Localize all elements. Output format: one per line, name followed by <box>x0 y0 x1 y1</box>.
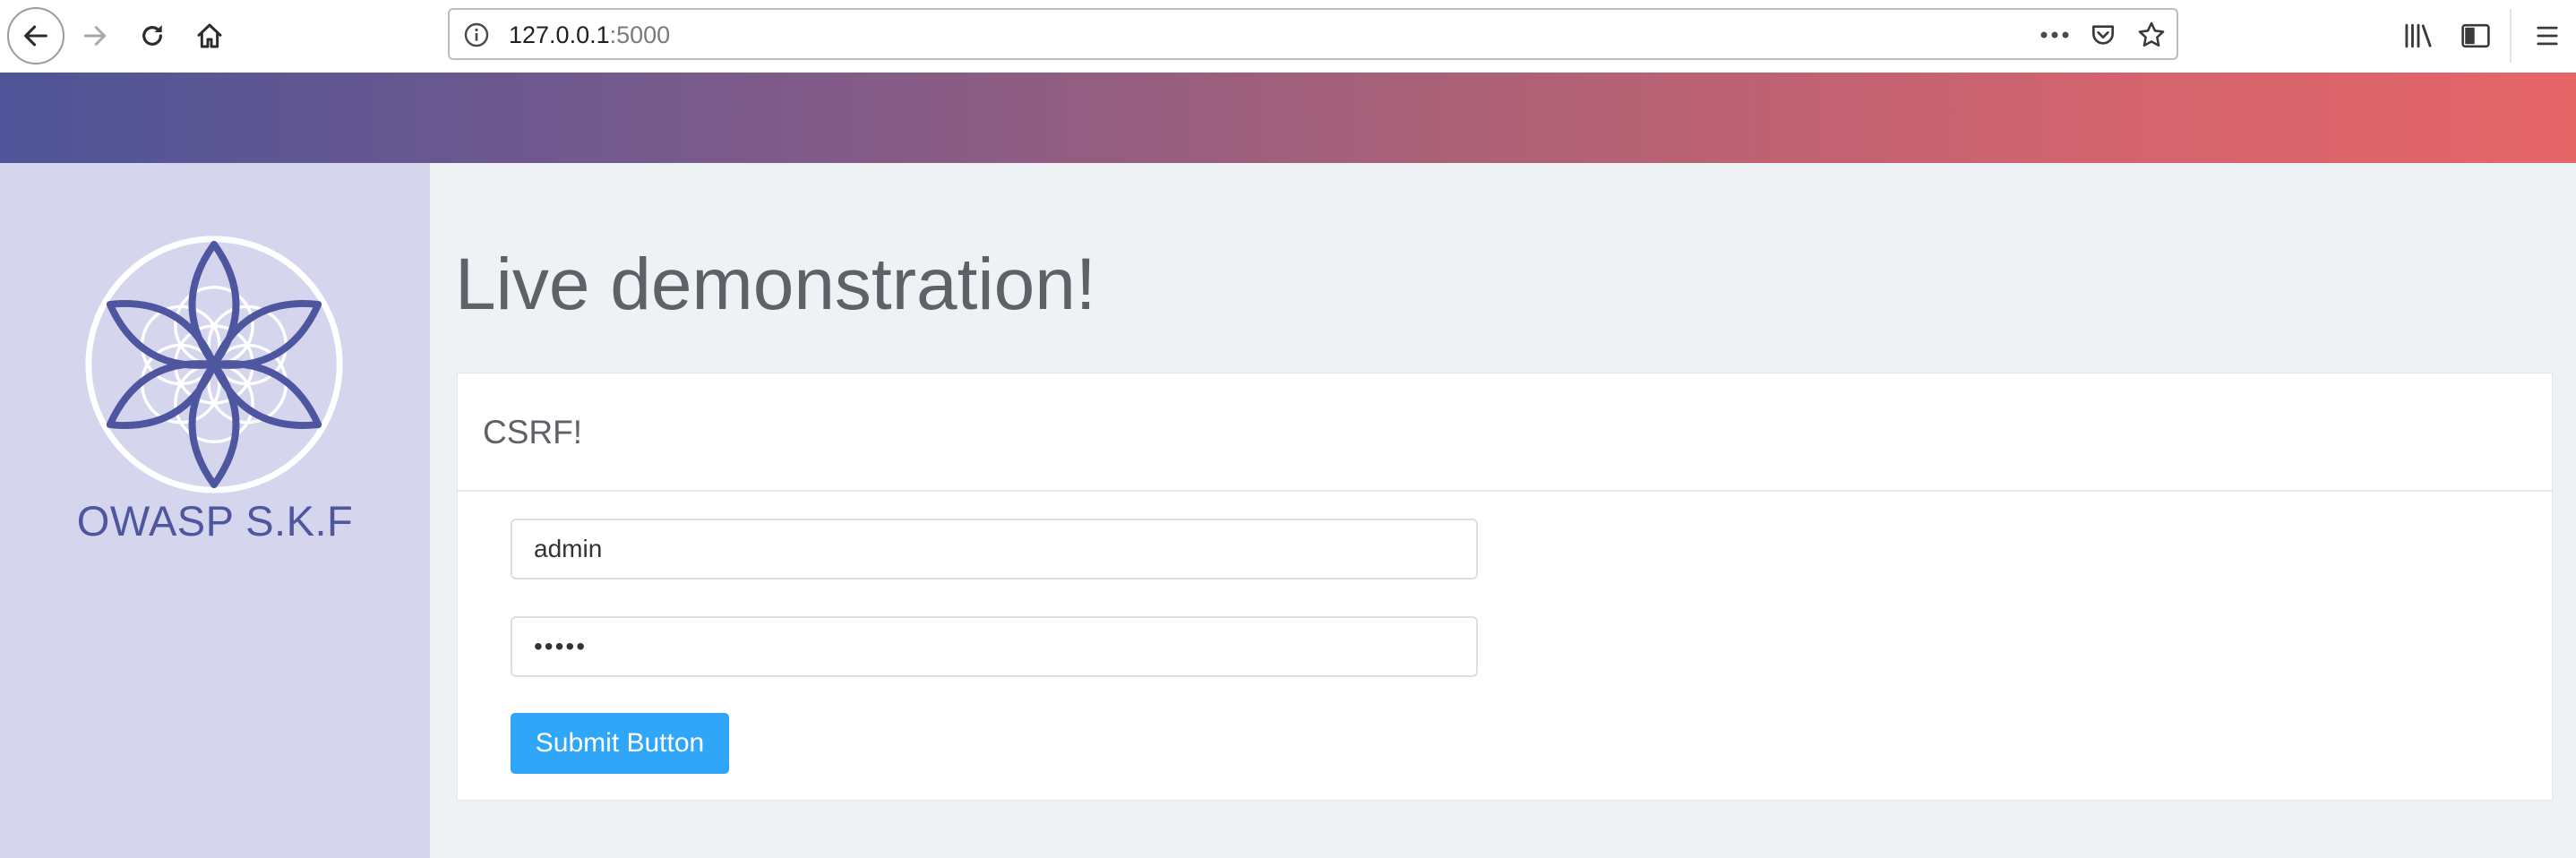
card-header: CSRF! <box>458 373 2552 492</box>
pocket-icon <box>2092 25 2114 45</box>
submit-button[interactable]: Submit Button <box>511 713 729 774</box>
home-button[interactable] <box>185 11 235 61</box>
url-host: 127.0.0.1 <box>509 21 610 48</box>
sidebar-icon <box>2461 23 2490 48</box>
library-icon <box>2405 23 2432 48</box>
url-text: 127.0.0.1:5000 <box>509 21 670 48</box>
sidebar: OWASP S.K.F <box>0 163 430 858</box>
home-icon <box>197 23 222 48</box>
address-bar[interactable]: 127.0.0.1:5000 <box>448 8 2178 60</box>
brand-name: OWASP S.K.F <box>76 497 354 545</box>
url-port: :5000 <box>609 21 671 48</box>
menu-icon <box>2537 26 2558 46</box>
browser-toolbar: 127.0.0.1:5000 <box>0 0 2576 73</box>
owasp-skf-logo <box>85 236 343 493</box>
more-icon <box>2040 31 2069 39</box>
bookmark-star-icon <box>2138 21 2165 47</box>
pocket-button[interactable] <box>2087 19 2119 51</box>
forward-button[interactable] <box>70 11 120 61</box>
back-button[interactable] <box>7 7 64 64</box>
card-title: CSRF! <box>483 414 582 450</box>
info-icon[interactable] <box>462 21 491 49</box>
sidebar-toggle-button[interactable] <box>2451 11 2501 61</box>
forward-icon <box>83 26 107 46</box>
password-input[interactable] <box>511 616 1478 677</box>
page-title: Live demonstration! <box>455 244 1096 325</box>
csrf-card: CSRF! Submit Button <box>457 373 2553 801</box>
more-actions-button[interactable] <box>2039 19 2071 51</box>
toolbar-separator <box>2510 9 2512 63</box>
library-button[interactable] <box>2393 11 2443 61</box>
reload-button[interactable] <box>127 11 177 61</box>
username-input[interactable] <box>511 519 1478 579</box>
header-gradient-bar <box>0 73 2576 163</box>
reload-icon <box>142 25 162 46</box>
back-icon <box>24 25 47 47</box>
menu-button[interactable] <box>2522 11 2572 61</box>
bookmark-button[interactable] <box>2135 19 2168 51</box>
